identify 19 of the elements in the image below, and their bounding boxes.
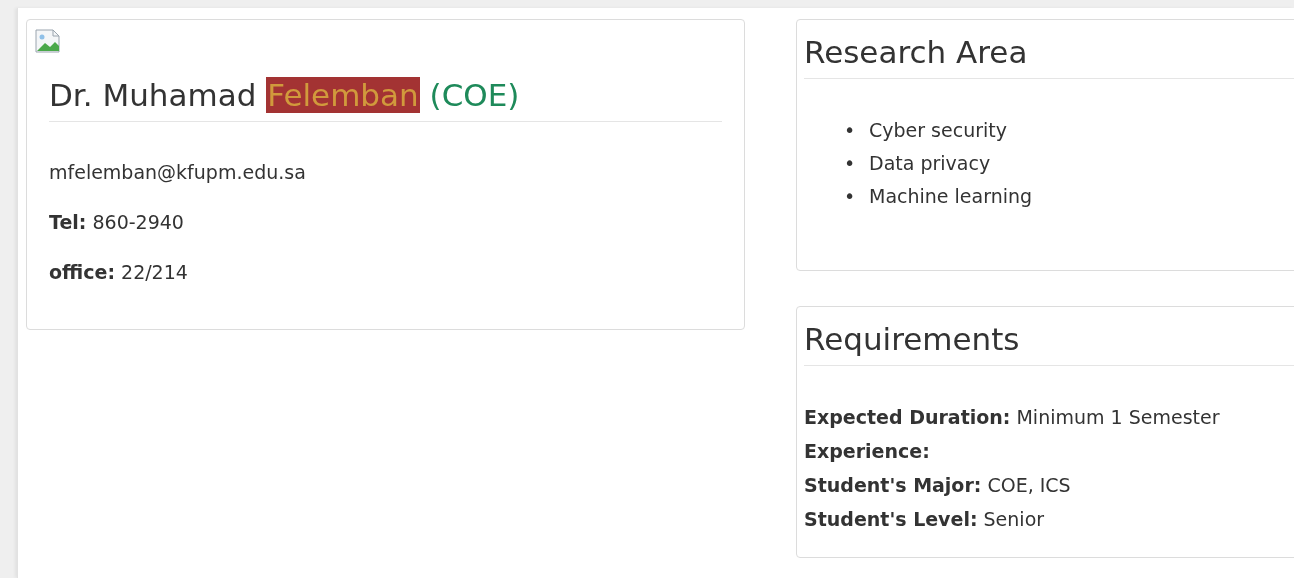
broken-image-icon	[35, 29, 61, 53]
requirement-text: Expected Duration: Minimum 1 Semester	[804, 405, 1221, 430]
section-title: Requirements	[804, 317, 1294, 366]
requirement-text: Student's Level: Senior	[804, 507, 1046, 532]
email-text: mfelemban@kfupm.edu.sa	[49, 160, 307, 185]
research-item: Data privacy	[869, 151, 991, 176]
section-title: Research Area	[804, 30, 1294, 79]
department-text: (COE)	[429, 77, 520, 113]
requirement-text: Student's Major: COE, ICS	[804, 473, 1072, 498]
bullet-icon: •	[844, 114, 869, 147]
person-name: Dr. Muhamad	[49, 77, 258, 113]
research-item: Cyber security	[869, 118, 1007, 143]
requirement-text: Experience:	[804, 439, 931, 464]
contact-detail: office: 22/214	[49, 260, 189, 285]
research-item: Machine learning	[869, 184, 1033, 209]
search-highlight: Felemban	[266, 77, 420, 113]
bullet-icon: •	[844, 147, 869, 180]
bullet-icon: •	[844, 180, 869, 213]
contact-detail: Tel: 860-2940	[49, 210, 185, 235]
